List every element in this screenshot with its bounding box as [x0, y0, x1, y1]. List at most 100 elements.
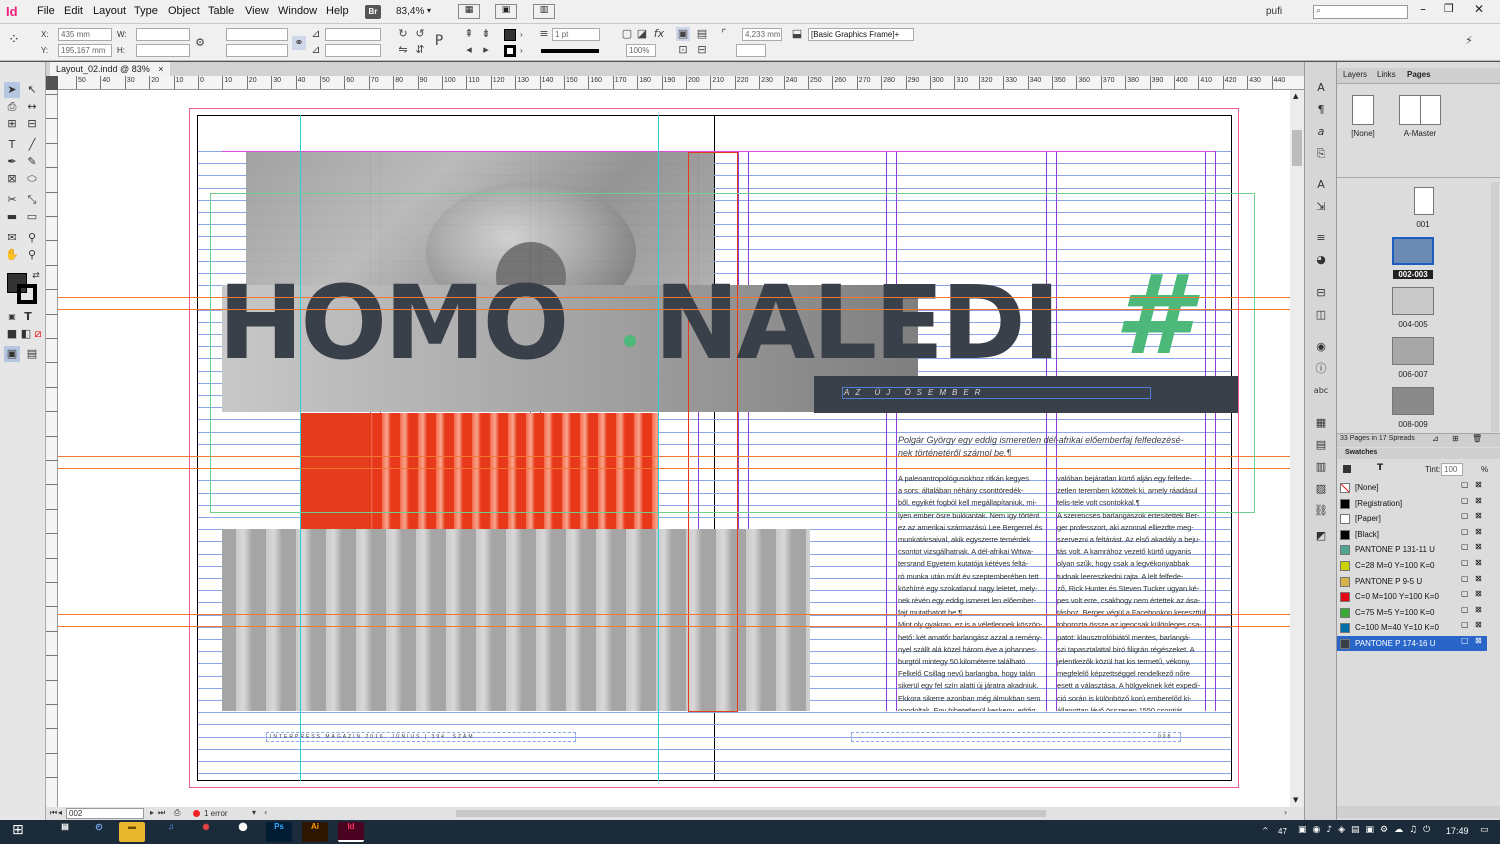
- page-thumb-006-007[interactable]: [1392, 337, 1434, 365]
- flip-vertical-icon[interactable]: ⇵: [413, 43, 427, 57]
- minimize-icon[interactable]: –: [1420, 2, 1426, 16]
- ellipse-tool-icon[interactable]: ⬭: [24, 171, 40, 187]
- fx-icon[interactable]: fx: [652, 27, 666, 41]
- page-number-field[interactable]: 002: [66, 808, 144, 819]
- select-container-icon[interactable]: ⇞: [462, 27, 476, 41]
- tab-pages[interactable]: Pages: [1407, 70, 1431, 79]
- calculator-icon[interactable]: ▤: [52, 822, 78, 842]
- corner-size-field[interactable]: 4,233 mm: [742, 28, 782, 41]
- swatch-fill-mode-icon[interactable]: [1343, 465, 1351, 473]
- pathfinder-icon[interactable]: ◫: [1313, 307, 1329, 323]
- tint-field[interactable]: 100: [1441, 463, 1463, 476]
- reference-point-icon[interactable]: ⁘: [8, 32, 20, 48]
- folio-right[interactable]: 008: [1158, 734, 1172, 740]
- swatch-row[interactable]: C=75 M=5 Y=100 K=0 ▢ ⊠: [1337, 605, 1487, 620]
- stroke-arrow-icon[interactable]: ›: [520, 46, 523, 55]
- formatting-text-icon[interactable]: T: [20, 309, 36, 325]
- pencil-tool-icon[interactable]: ✎: [24, 154, 40, 170]
- screen-mode-icon[interactable]: ▣: [495, 4, 517, 19]
- paragraph-styles-icon[interactable]: ⎘: [1313, 146, 1329, 162]
- close-tab-icon[interactable]: ×: [158, 64, 163, 74]
- menu-table[interactable]: Table: [208, 5, 234, 17]
- ruler-guide[interactable]: [58, 614, 1290, 615]
- ruler-guide[interactable]: [58, 626, 1290, 627]
- new-page-icon[interactable]: ⊞: [1452, 434, 1459, 443]
- normal-view-icon[interactable]: ▣: [4, 346, 20, 362]
- menu-type[interactable]: Type: [134, 5, 158, 17]
- menu-file[interactable]: File: [37, 5, 55, 17]
- chrome-icon[interactable]: ◉: [193, 822, 219, 842]
- stroke-type-preview[interactable]: [541, 49, 599, 53]
- tray-chevron-icon[interactable]: ^: [1262, 826, 1269, 835]
- edit-page-size-icon[interactable]: ⊿: [1432, 434, 1439, 443]
- selection-tool-icon[interactable]: ➤: [4, 82, 20, 98]
- color-panel-icon[interactable]: ◕: [1313, 252, 1329, 268]
- page-thumb-008-009[interactable]: [1392, 387, 1434, 415]
- rectangle-frame-tool-icon[interactable]: ⊠: [4, 171, 20, 187]
- tray-icons[interactable]: ▣◉♪◈▤▣⚙☁♫⏻: [1298, 825, 1436, 835]
- horizontal-scroll-thumb[interactable]: [456, 810, 1046, 817]
- swatches-panel-icon[interactable]: ▥: [1313, 459, 1329, 475]
- document-tab[interactable]: Layout_02.indd @ 83% ×: [50, 62, 170, 76]
- stroke-swatch[interactable]: [504, 45, 516, 57]
- master-none-thumb[interactable]: [1352, 95, 1374, 125]
- hand-tool-icon[interactable]: ✋: [4, 247, 20, 263]
- paragraph-p-icon[interactable]: P: [432, 34, 446, 48]
- gap-tool-icon[interactable]: ↔: [24, 99, 40, 115]
- swatch-row[interactable]: [None] ▢ ⊠: [1337, 480, 1487, 495]
- zoom-tool-icon[interactable]: ⚲: [24, 247, 40, 263]
- content-placer-icon[interactable]: ⊟: [24, 116, 40, 132]
- error-count[interactable]: 1 error: [204, 809, 228, 818]
- menu-view[interactable]: View: [245, 5, 269, 17]
- rotate-ccw-icon[interactable]: ↺: [413, 27, 427, 41]
- align-panel-icon[interactable]: ⊟: [1313, 285, 1329, 301]
- preflight-profile-icon[interactable]: ⎙: [174, 808, 180, 818]
- select-content-icon[interactable]: ⇟: [479, 27, 493, 41]
- cell-styles-icon[interactable]: ▤: [1313, 437, 1329, 453]
- info-icon[interactable]: ⓘ: [1313, 361, 1329, 377]
- last-page-icon[interactable]: ⏭: [158, 808, 165, 818]
- page-tool-icon[interactable]: ⎙: [4, 99, 20, 115]
- scroll-down-icon[interactable]: ▼: [1293, 796, 1298, 804]
- width-field[interactable]: [136, 28, 190, 41]
- rotate-icon[interactable]: ⊿: [309, 27, 323, 41]
- character-styles-icon[interactable]: a: [1313, 124, 1329, 140]
- close-window-icon[interactable]: ✕: [1474, 2, 1484, 16]
- constrain-proportions-icon[interactable]: ⚙: [193, 36, 207, 50]
- first-page-icon[interactable]: ⏮: [50, 808, 57, 818]
- fit-frame-icon[interactable]: ⊟: [695, 43, 709, 57]
- menu-object[interactable]: Object: [168, 5, 200, 17]
- gradient-panel-icon[interactable]: ▨: [1313, 481, 1329, 497]
- note-tool-icon[interactable]: ✉: [4, 230, 20, 246]
- shear-icon[interactable]: ⊿: [309, 43, 323, 57]
- maps-app-icon[interactable]: ⬤: [230, 822, 256, 842]
- wrap-around-icon[interactable]: ▤: [695, 27, 709, 41]
- file-explorer-icon[interactable]: ▬: [119, 822, 145, 842]
- auto-fit-icon[interactable]: ⊡: [676, 43, 690, 57]
- prev-page-icon[interactable]: ◂: [58, 808, 62, 817]
- lightning-icon[interactable]: ⚡: [1462, 34, 1476, 48]
- horizontal-ruler[interactable]: 50 40 30 20 10 0 10 20 30 40 50 60 70 80 90 100 110 120 13…: [58, 76, 1304, 90]
- formatting-container-icon[interactable]: ▣: [4, 309, 20, 325]
- corner-shape-field[interactable]: [736, 44, 766, 57]
- illustrator-icon[interactable]: Ai: [302, 822, 328, 842]
- direct-selection-tool-icon[interactable]: ↖: [24, 82, 40, 98]
- line-tool-icon[interactable]: ╱: [24, 137, 40, 153]
- stroke-panel-icon[interactable]: ≡: [1313, 230, 1329, 246]
- layers-panel-icon[interactable]: ◩: [1313, 528, 1329, 544]
- scale-x-field[interactable]: [226, 28, 288, 41]
- vertical-scrollbar[interactable]: ▲ ▼: [1290, 90, 1304, 807]
- clock[interactable]: 17:49: [1446, 826, 1469, 836]
- fill-arrow-icon[interactable]: ›: [520, 30, 523, 39]
- scroll-up-icon[interactable]: ▲: [1293, 92, 1298, 100]
- effects-icon[interactable]: ◪: [635, 27, 649, 41]
- workspace-name[interactable]: pufi: [1266, 6, 1282, 17]
- swatch-row[interactable]: PANTONE P 131-11 U ▢ ⊠: [1337, 542, 1487, 557]
- delete-page-icon[interactable]: 🗑: [1472, 434, 1482, 443]
- free-transform-tool-icon[interactable]: ⤡: [24, 192, 40, 208]
- height-field[interactable]: [136, 44, 190, 57]
- next-page-icon[interactable]: ▸: [150, 808, 154, 817]
- tab-links[interactable]: Links: [1377, 70, 1396, 79]
- vertical-ruler[interactable]: [46, 90, 58, 807]
- menu-help[interactable]: Help: [326, 5, 349, 17]
